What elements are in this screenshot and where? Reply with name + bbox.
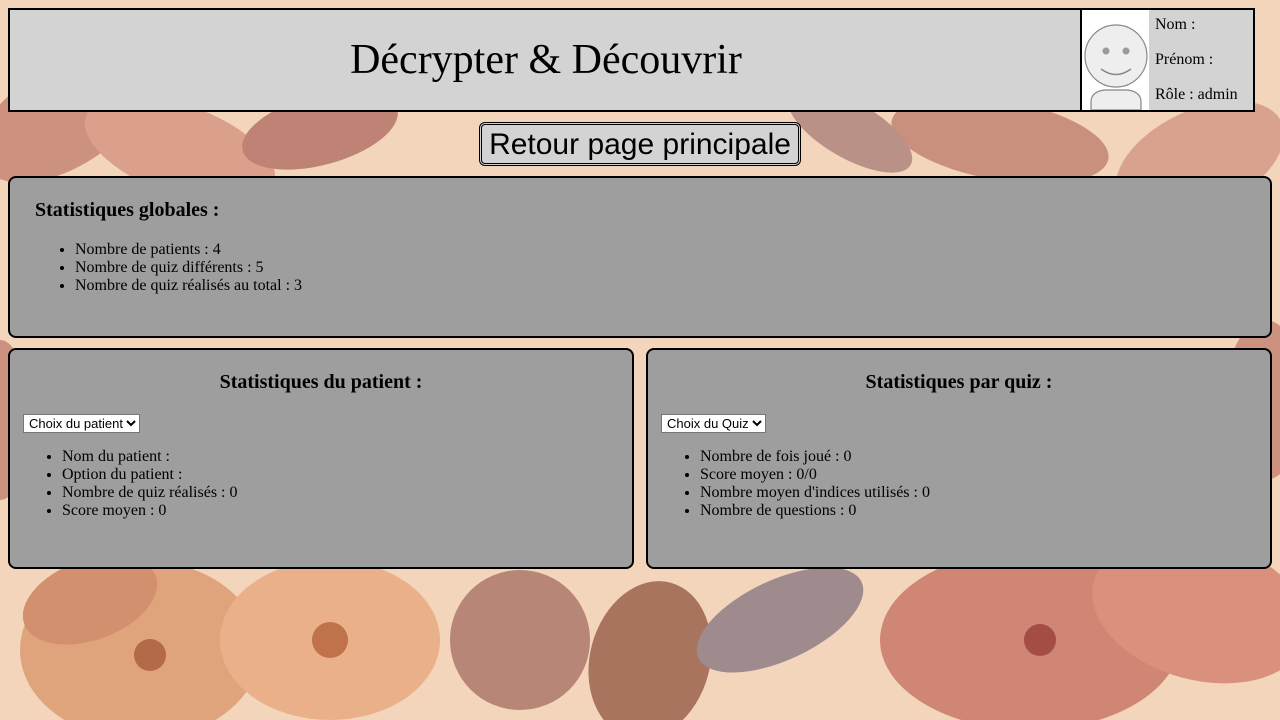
list-item: Nom du patient :	[62, 448, 238, 466]
quiz-stats-list: Nombre de fois joué : 0 Score moyen : 0/…	[660, 448, 930, 520]
patient-select[interactable]: Choix du patient	[23, 414, 140, 433]
list-item: Nombre moyen d'indices utilisés : 0	[700, 484, 930, 502]
list-item: Nombre de fois joué : 0	[700, 448, 930, 466]
user-role: Rôle : admin	[1155, 86, 1238, 103]
global-stats-panel: Statistiques globales : Nombre de patien…	[8, 176, 1272, 338]
quiz-stats-title: Statistiques par quiz :	[865, 371, 1053, 393]
list-item: Score moyen : 0/0	[700, 466, 930, 484]
patient-stats-list: Nom du patient : Option du patient : Nom…	[22, 448, 238, 520]
list-item: Nombre de quiz réalisés : 0	[62, 484, 238, 502]
global-stats-list: Nombre de patients : 4 Nombre de quiz di…	[35, 241, 302, 295]
list-item: Nombre de patients : 4	[75, 241, 302, 259]
site-header: Décrypter & Découvrir	[8, 8, 1084, 112]
quiz-select[interactable]: Choix du Quiz	[661, 414, 766, 433]
user-info: Nom : Prénom : Rôle : admin	[1149, 8, 1255, 112]
user-nom: Nom :	[1155, 16, 1196, 33]
user-avatar-icon	[1082, 10, 1150, 110]
user-prenom: Prénom :	[1155, 51, 1214, 68]
site-title: Décrypter & Découvrir	[350, 37, 742, 83]
list-item: Nombre de questions : 0	[700, 502, 930, 520]
global-stats-title: Statistiques globales :	[35, 199, 220, 221]
list-item: Score moyen : 0	[62, 502, 238, 520]
patient-stats-title: Statistiques du patient :	[219, 371, 423, 393]
quiz-stats-panel: Statistiques par quiz : Choix du Quiz No…	[646, 348, 1272, 569]
list-item: Nombre de quiz différents : 5	[75, 259, 302, 277]
list-item: Nombre de quiz réalisés au total : 3	[75, 277, 302, 295]
back-to-main-button[interactable]: Retour page principale	[479, 122, 801, 166]
avatar	[1080, 8, 1152, 112]
patient-stats-panel: Statistiques du patient : Choix du patie…	[8, 348, 634, 569]
list-item: Option du patient :	[62, 466, 238, 484]
